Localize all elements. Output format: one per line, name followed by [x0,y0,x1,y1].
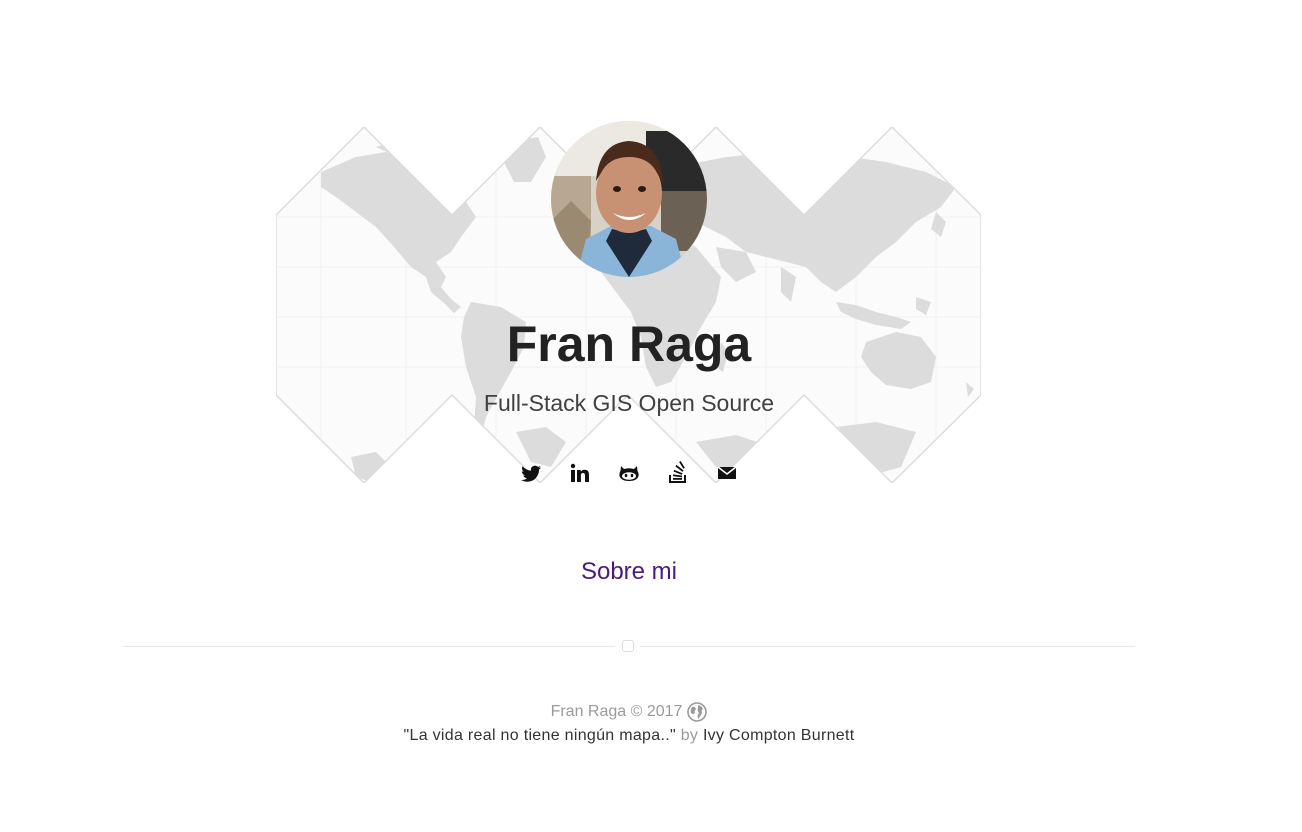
footer-copyright: Fran Raga © 2017 [0,702,1258,722]
twitter-icon [521,465,541,482]
avatar [551,121,707,277]
twitter-link[interactable] [519,460,543,486]
social-links [0,460,1258,486]
stackoverflow-link[interactable] [666,460,690,486]
globe-icon [687,702,708,722]
email-link[interactable] [715,460,739,486]
quote-author: Ivy Compton Burnett [702,727,855,744]
page: Fran Raga Full-Stack GIS Open Source Sob… [0,0,1302,832]
quote-text: "La vida real no tiene ningún mapa.." [403,727,676,744]
profile-name: Fran Raga [506,316,752,372]
github-link[interactable] [617,460,641,486]
profile-tagline: Full-Stack GIS Open Source [483,390,775,416]
linkedin-link[interactable] [568,460,592,486]
divider-right [640,646,1135,647]
footer-quote: "La vida real no tiene ningún mapa.." by… [0,726,1258,746]
linkedin-icon [570,463,589,482]
github-icon [619,466,639,481]
stackoverflow-icon [669,461,686,483]
copyright-text: Fran Raga © 2017 [550,703,683,720]
mail-icon [717,466,737,479]
about-nav: Sobre mi [0,557,1258,587]
divider-ornament [622,640,634,652]
quote-by: by [680,727,699,744]
about-link[interactable]: Sobre mi [581,558,677,585]
divider-left [123,646,615,647]
